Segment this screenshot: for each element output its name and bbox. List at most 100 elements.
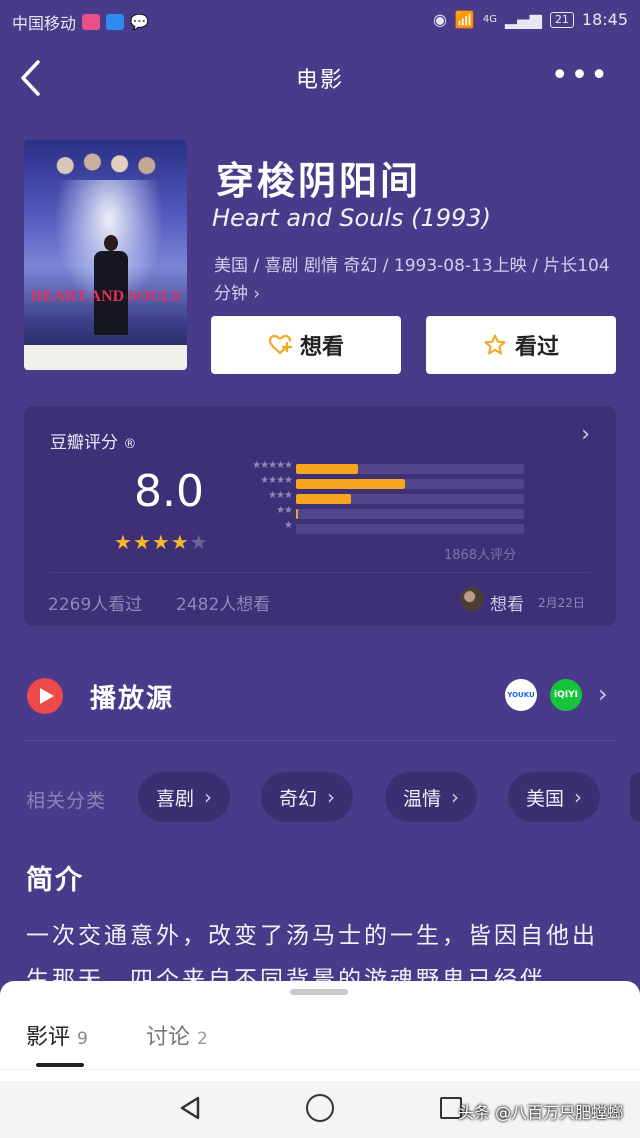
star-empty-icon: ★ [189,530,209,554]
tab-reviews-count: 9 [77,1029,88,1049]
rating-bar-row: ★★★★ [230,475,530,489]
more-button[interactable]: ••• [551,60,610,92]
youku-label: YOUKU [507,691,535,699]
star-filled-icon: ★ [132,530,152,554]
clock: 18:45 [581,10,628,29]
home-circle-icon[interactable] [306,1094,334,1122]
star-filled-icon: ★ [170,530,190,554]
play-source-label[interactable]: 播放源 [90,678,174,715]
battery-indicator: 21 [549,11,574,28]
rating-bar-fill [296,509,299,519]
category-chip-label: 美国 [526,787,565,810]
rating-score: 8.0 [134,466,204,517]
rating-card[interactable]: 豆瓣评分 ® › 8.0 ★★★★★ 1868人评分 2269人看过 2482人… [24,406,616,626]
friend-status: 想看 [490,595,524,615]
star-level-icon: ★★ [276,505,293,516]
youku-icon[interactable]: YOUKU [505,679,537,711]
more-dots-icon: ••• [550,58,610,93]
iqiyi-label: iQIYI [554,690,578,700]
watched-button[interactable]: 看过 [426,316,616,374]
category-chip-comedy[interactable]: 喜剧 › [138,772,231,822]
rating-bar-row: ★ [230,520,530,534]
want-to-watch-button[interactable]: 想看 [211,316,401,374]
status-bar: 中国移动 💬 ◉ 📶 4G ▂▄▆ 21 18:45 [0,0,640,40]
poster-title-text: HEART AND SOULS [30,288,181,305]
seen-count[interactable]: 2269人看过 [48,590,142,615]
qq-browser-icon [106,14,125,30]
movie-title: 穿梭阴阳间 [216,159,422,203]
message-icon: 💬 [130,13,149,31]
heart-plus-icon [268,334,292,355]
movie-poster[interactable]: HEART AND SOULS [24,140,187,370]
rating-bar-row: ★★ [230,505,530,519]
tab-discussions-count: 2 [197,1029,208,1049]
rating-stars: ★★★★★ [114,530,209,554]
poster-credits-band [24,345,187,370]
divider [24,740,616,741]
chevron-right-icon: › [574,785,583,809]
friend-status-date: 2月22日 [538,596,585,610]
category-chip-label: 喜剧 [156,787,195,810]
star-level-icon: ★★★★ [260,475,293,486]
avatar[interactable] [460,587,484,611]
system-navigation-bar: 头条 @八百万只肥螳螂 [0,1081,640,1138]
divider [0,1069,640,1070]
rating-bar-track [296,494,524,504]
iqiyi-icon[interactable]: iQIYI [550,679,582,711]
star-level-icon: ★★★★★ [252,460,293,471]
want-count[interactable]: 2482人想看 [176,590,270,615]
signal-icon: ▂▄▆ [504,10,542,29]
tab-reviews[interactable]: 影评 9 [26,1019,88,1051]
category-chip-label: 奇幻 [279,787,318,810]
back-triangle-icon[interactable] [176,1093,206,1123]
registered-icon: ® [123,437,137,452]
page-title: 电影 [295,68,344,93]
movie-meta-link[interactable]: 美国 / 喜剧 剧情 奇幻 / 1993-08-13上映 / 片长104 分钟 … [214,252,614,308]
rating-bar-fill [296,494,351,504]
related-categories-label: 相关分类 [26,790,107,812]
tab-active-indicator [36,1063,84,1067]
want-to-watch-label: 想看 [299,335,344,360]
rating-bar-track [296,464,524,474]
app-notification-icon [82,14,101,30]
movie-original-title: Heart and Souls (1993) [212,204,491,232]
tab-discussions-label: 讨论 [146,1025,191,1050]
category-chip-usa[interactable]: 美国 › [508,772,601,822]
category-chip-more[interactable] [630,772,640,822]
category-chip-warm[interactable]: 温情 › [385,772,478,822]
rating-bar-fill [296,464,358,474]
play-icon[interactable] [27,678,63,714]
eye-icon: ◉ [432,10,447,29]
star-filled-icon: ★ [151,530,171,554]
watermark: 头条 @八百万只肥螳螂 [458,1103,624,1122]
tab-reviews-label: 影评 [26,1025,71,1050]
chevron-right-icon[interactable]: › [581,422,590,447]
category-chip-fantasy[interactable]: 奇幻 › [261,772,354,822]
poster-figure-art [94,235,128,335]
star-level-icon: ★★★ [268,490,293,501]
sheet-drag-handle[interactable] [290,989,348,995]
tab-discussions[interactable]: 讨论 2 [146,1019,208,1051]
star-outline-icon [484,334,506,355]
poster-crowd-art [38,144,174,180]
rating-count: 1868人评分 [444,548,517,563]
rating-bar-track [296,479,524,489]
network-type: 4G [482,14,497,25]
reviews-sheet[interactable]: 影评 9 讨论 2 [0,981,640,1081]
rating-bar-fill [296,479,406,489]
chevron-right-icon: › [204,785,213,809]
intro-heading: 简介 [26,865,84,896]
chevron-right-icon[interactable]: › [598,680,608,708]
divider [50,572,590,573]
chevron-right-icon: › [451,785,460,809]
star-level-icon: ★ [284,520,293,531]
rating-label-text: 豆瓣评分 [50,433,118,453]
star-filled-icon: ★ [114,530,133,554]
wifi-icon: 📶 [454,10,475,29]
chevron-right-icon: › [327,785,336,809]
category-chip-label: 温情 [403,787,442,810]
rating-bar-track [296,509,524,519]
rating-label: 豆瓣评分 ® [50,428,136,453]
watched-label: 看过 [514,335,559,360]
rating-bar-row: ★★★★★ [230,460,530,474]
